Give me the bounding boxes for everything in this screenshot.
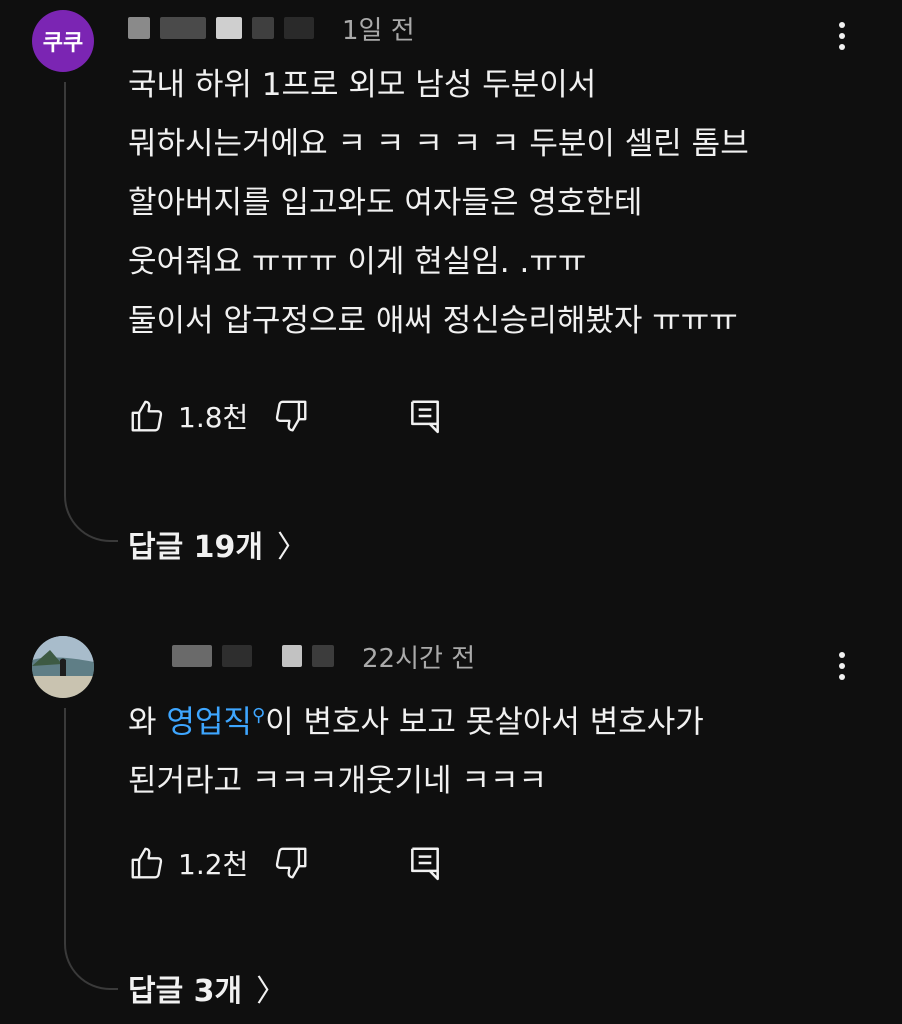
replies-count: 답글 19개 xyxy=(128,530,263,565)
more-dot xyxy=(839,663,845,669)
like-count: 1.8천 xyxy=(178,401,249,434)
redacted-username xyxy=(252,17,274,39)
redacted-username xyxy=(172,645,212,667)
comment-actions: 1.2천 xyxy=(128,841,310,885)
search-icon: ⚲ xyxy=(251,705,266,726)
comment-line: 뭐하시는거에요 ㅋ ㅋ ㅋ ㅋ ㅋ 두분이 셀린 톰브 xyxy=(128,126,749,162)
thumbs-up-icon[interactable] xyxy=(128,397,166,435)
redacted-username xyxy=(222,645,252,667)
mention-link[interactable]: 영업직 xyxy=(166,704,252,740)
thread-line xyxy=(64,82,118,542)
comment-header: 22시간 전 xyxy=(128,636,475,676)
comment-actions: 1.8천 xyxy=(128,394,310,438)
redacted-username xyxy=(284,17,314,39)
thumbs-up-icon[interactable] xyxy=(128,844,166,882)
comment-line: 된거라고 ㅋㅋㅋ개웃기네 ㅋㅋㅋ xyxy=(128,763,547,800)
chevron-right-icon: 〉 xyxy=(256,974,287,1009)
comment-line-suffix: 이 변호사 보고 못살아서 변호사가 xyxy=(265,704,704,741)
comment-line: 할아버지를 입고와도 여자들은 영호한테 xyxy=(128,185,643,221)
more-options-button[interactable] xyxy=(830,646,854,686)
more-dot xyxy=(839,674,845,680)
avatar[interactable] xyxy=(32,636,94,698)
view-replies-button[interactable]: 답글 3개 〉 xyxy=(128,966,286,1010)
view-replies-button[interactable]: 답글 19개 〉 xyxy=(128,522,307,566)
redacted-username xyxy=(160,17,206,39)
reply-comment-icon[interactable] xyxy=(406,844,444,882)
comment-text: 국내 하위 1프로 외모 남성 두분이서 뭐하시는거에요 ㅋ ㅋ ㅋ ㅋ ㅋ 두… xyxy=(128,56,749,351)
timestamp: 22시간 전 xyxy=(362,643,476,674)
more-options-button[interactable] xyxy=(830,16,854,56)
comment-line-prefix: 와 xyxy=(128,704,167,741)
timestamp: 1일 전 xyxy=(342,15,415,46)
avatar[interactable]: 쿠쿠 xyxy=(32,10,94,72)
thumbs-down-icon[interactable] xyxy=(272,397,310,435)
redacted-username xyxy=(216,17,242,39)
comment-line: 둘이서 압구정으로 애써 정신승리해봤자 ㅠㅠㅠ xyxy=(128,303,738,339)
avatar-initials: 쿠쿠 xyxy=(42,31,84,56)
reply-comment-icon[interactable] xyxy=(406,397,444,435)
comment-line: 국내 하위 1프로 외모 남성 두분이서 xyxy=(128,67,597,103)
thread-line xyxy=(64,708,118,990)
comment-line: 웃어줘요 ㅠㅠㅠ 이게 현실임. .ㅠㅠ xyxy=(128,244,587,280)
comment-text: 와 영업직⚲이 변호사 보고 못살아서 변호사가 된거라고 ㅋㅋㅋ개웃기네 ㅋㅋ… xyxy=(128,686,704,811)
redacted-username xyxy=(312,645,334,667)
more-vertical-icon xyxy=(839,22,845,28)
replies-count: 답글 3개 xyxy=(128,974,243,1009)
more-dot xyxy=(839,44,845,50)
more-dot xyxy=(839,33,845,39)
redacted-username xyxy=(128,17,150,39)
comment-header: 1일 전 xyxy=(128,8,415,48)
avatar-photo-icon xyxy=(32,636,94,698)
thumbs-down-icon[interactable] xyxy=(272,844,310,882)
comment-line: 와 영업직⚲이 변호사 보고 못살아서 변호사가 xyxy=(128,686,704,752)
more-vertical-icon xyxy=(839,652,845,658)
chevron-right-icon: 〉 xyxy=(277,530,307,565)
like-count: 1.2천 xyxy=(178,848,249,881)
redacted-username xyxy=(282,645,302,667)
